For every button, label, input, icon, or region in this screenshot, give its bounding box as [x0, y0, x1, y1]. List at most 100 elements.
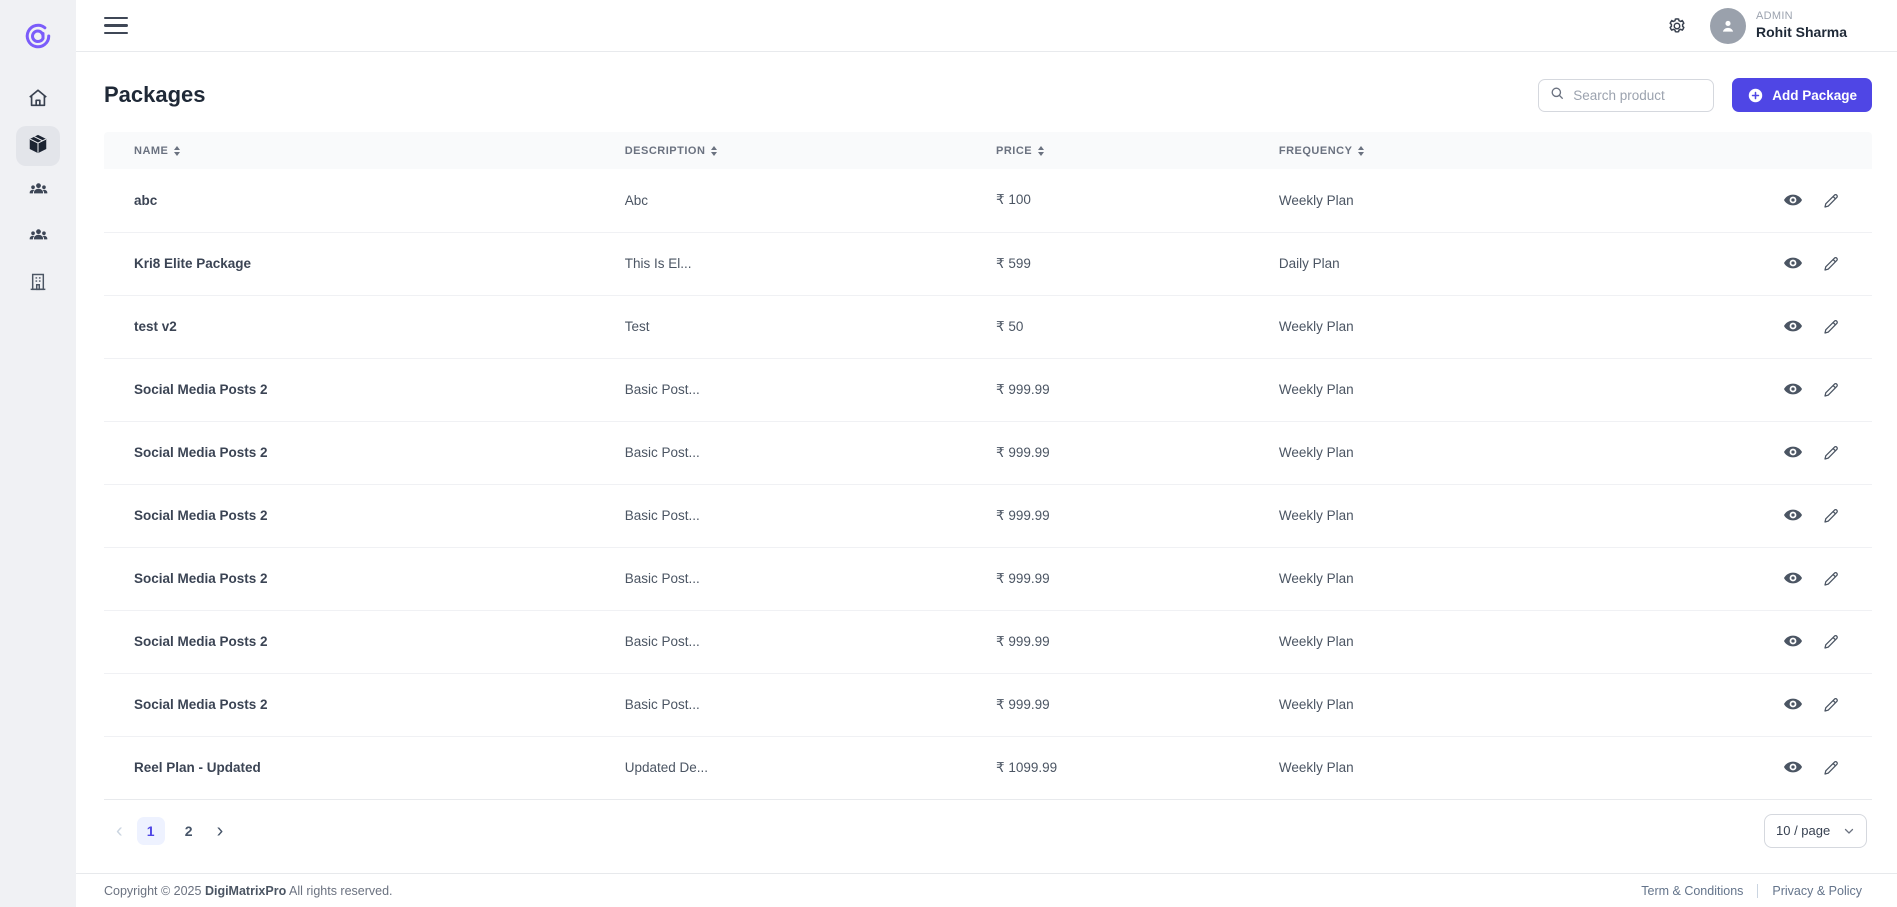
page-header: Packages: [104, 78, 1872, 112]
sidebar: [0, 0, 76, 907]
view-button[interactable]: [1780, 754, 1806, 780]
column-header-name[interactable]: NAME: [104, 132, 617, 169]
package-icon: [27, 133, 49, 160]
column-label: FREQUENCY: [1279, 145, 1353, 157]
edit-button[interactable]: [1818, 566, 1844, 592]
copyright-text: Copyright © 2025 DigiMatrixPro All right…: [104, 884, 393, 898]
view-button[interactable]: [1780, 565, 1806, 591]
table-row: Social Media Posts 2 Basic Post... ₹ 999…: [104, 610, 1872, 673]
view-button[interactable]: [1780, 691, 1806, 717]
sidebar-item-team[interactable]: [16, 218, 60, 258]
search-icon: [1549, 85, 1565, 106]
previous-page-button[interactable]: ‹: [112, 821, 127, 841]
sidebar-item-packages[interactable]: [16, 126, 60, 166]
cell-description: Basic Post...: [617, 484, 988, 547]
cell-name: Social Media Posts 2: [104, 547, 617, 610]
sidebar-item-users[interactable]: [16, 172, 60, 212]
eye-icon: [1783, 631, 1803, 651]
cell-description: This Is El...: [617, 232, 988, 295]
cell-description: Basic Post...: [617, 610, 988, 673]
page-title: Packages: [104, 82, 206, 108]
edit-button[interactable]: [1818, 503, 1844, 529]
table-row: Reel Plan - Updated Updated De... ₹ 1099…: [104, 736, 1872, 799]
brand-logo-icon[interactable]: [16, 14, 60, 58]
sidebar-item-organization[interactable]: [16, 264, 60, 304]
eye-icon: [1783, 253, 1803, 273]
view-button[interactable]: [1780, 628, 1806, 654]
cell-description: Basic Post...: [617, 673, 988, 736]
edit-button[interactable]: [1818, 755, 1844, 781]
table-row: abc Abc ₹ 100 Weekly Plan: [104, 169, 1872, 232]
sidebar-item-home[interactable]: [16, 80, 60, 120]
edit-button[interactable]: [1818, 188, 1844, 214]
page-button-1[interactable]: 1: [137, 817, 165, 845]
user-role: ADMIN: [1756, 10, 1847, 24]
table-row: Social Media Posts 2 Basic Post... ₹ 999…: [104, 547, 1872, 610]
page-button-2[interactable]: 2: [175, 817, 203, 845]
cell-name: Social Media Posts 2: [104, 610, 617, 673]
eye-icon: [1783, 190, 1803, 210]
terms-link[interactable]: Term & Conditions: [1641, 884, 1743, 898]
cell-actions: [1589, 736, 1872, 799]
cell-name: Reel Plan - Updated: [104, 736, 617, 799]
cell-actions: [1589, 421, 1872, 484]
cell-frequency: Daily Plan: [1271, 232, 1589, 295]
cell-description: Basic Post...: [617, 547, 988, 610]
next-page-button[interactable]: ›: [213, 821, 228, 841]
cell-name: Social Media Posts 2: [104, 484, 617, 547]
cell-price: ₹ 1099.99: [988, 736, 1271, 799]
view-button[interactable]: [1780, 376, 1806, 402]
table-row: Social Media Posts 2 Basic Post... ₹ 999…: [104, 421, 1872, 484]
users-icon: [27, 178, 50, 206]
content: Packages: [76, 52, 1897, 873]
edit-button[interactable]: [1818, 629, 1844, 655]
pencil-icon: [1822, 318, 1840, 336]
pencil-icon: [1822, 255, 1840, 273]
pencil-icon: [1822, 759, 1840, 777]
cell-name: Social Media Posts 2: [104, 358, 617, 421]
column-header-description[interactable]: DESCRIPTION: [617, 132, 988, 169]
view-button[interactable]: [1780, 250, 1806, 276]
view-button[interactable]: [1780, 313, 1806, 339]
privacy-link[interactable]: Privacy & Policy: [1757, 884, 1862, 898]
cell-frequency: Weekly Plan: [1271, 547, 1589, 610]
edit-button[interactable]: [1818, 440, 1844, 466]
column-header-frequency[interactable]: FREQUENCY: [1271, 132, 1589, 169]
cell-description: Basic Post...: [617, 358, 988, 421]
column-label: NAME: [134, 145, 168, 157]
column-header-actions: [1589, 132, 1872, 169]
profile-menu[interactable]: ADMIN Rohit Sharma: [1710, 8, 1847, 44]
view-button[interactable]: [1780, 187, 1806, 213]
cell-actions: [1589, 232, 1872, 295]
profile-text: ADMIN Rohit Sharma: [1756, 10, 1847, 41]
cell-price: ₹ 999.99: [988, 673, 1271, 736]
column-label: DESCRIPTION: [625, 145, 706, 157]
cell-frequency: Weekly Plan: [1271, 358, 1589, 421]
sort-icon: [711, 146, 717, 156]
cell-name: Social Media Posts 2: [104, 421, 617, 484]
building-icon: [27, 271, 49, 298]
search-input[interactable]: [1573, 88, 1703, 103]
cell-actions: [1589, 358, 1872, 421]
add-package-button[interactable]: Add Package: [1732, 78, 1872, 112]
search-box: [1538, 79, 1714, 112]
page-size-select[interactable]: 10 / page: [1764, 814, 1867, 848]
view-button[interactable]: [1780, 502, 1806, 528]
edit-button[interactable]: [1818, 314, 1844, 340]
view-button[interactable]: [1780, 439, 1806, 465]
column-header-price[interactable]: PRICE: [988, 132, 1271, 169]
cell-actions: [1589, 484, 1872, 547]
cell-description: Test: [617, 295, 988, 358]
eye-icon: [1783, 442, 1803, 462]
edit-button[interactable]: [1818, 692, 1844, 718]
settings-gear-icon[interactable]: [1666, 15, 1688, 37]
table-row: Social Media Posts 2 Basic Post... ₹ 999…: [104, 358, 1872, 421]
column-label: PRICE: [996, 145, 1032, 157]
table-row: Social Media Posts 2 Basic Post... ₹ 999…: [104, 484, 1872, 547]
edit-button[interactable]: [1818, 377, 1844, 403]
user-name: Rohit Sharma: [1756, 24, 1847, 42]
edit-button[interactable]: [1818, 251, 1844, 277]
cell-description: Abc: [617, 169, 988, 232]
cell-name: Social Media Posts 2: [104, 673, 617, 736]
menu-toggle-icon[interactable]: [104, 17, 128, 35]
